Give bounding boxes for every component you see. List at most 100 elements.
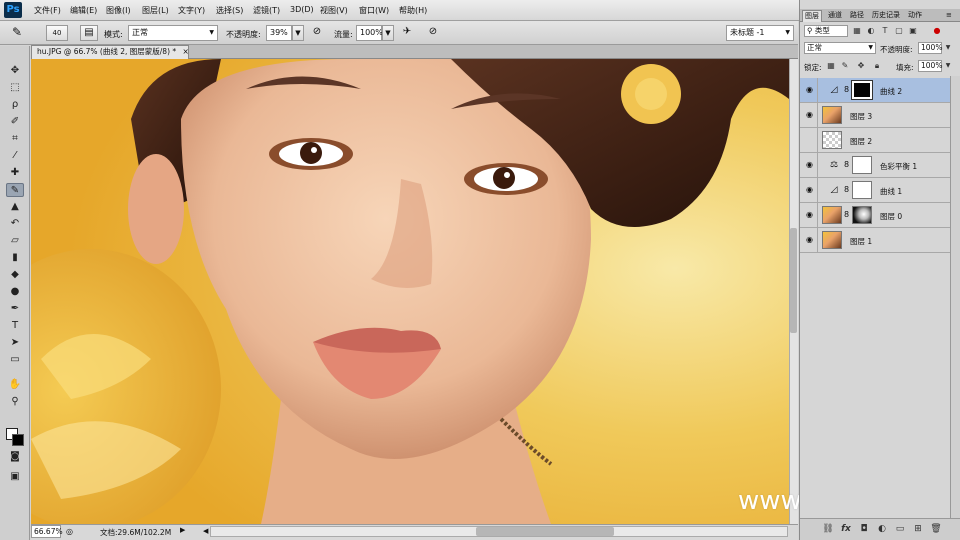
- layers-scrollbar[interactable]: [950, 76, 960, 518]
- layer-name[interactable]: 曲线 1: [880, 186, 902, 197]
- blend-mode-select[interactable]: 正常 ▼: [804, 42, 876, 54]
- flow-field[interactable]: 100%: [356, 25, 383, 41]
- gradient-tool-icon[interactable]: ▮: [6, 251, 24, 265]
- layer-mask-thumbnail[interactable]: [852, 156, 872, 174]
- filter-smart-object-icon[interactable]: ▣: [908, 26, 918, 36]
- workspace-select[interactable]: 未标题 -1 ▼: [726, 25, 794, 41]
- menu-file[interactable]: 文件(F): [34, 5, 61, 16]
- new-adjustment-icon[interactable]: ◐: [876, 523, 888, 535]
- screen-mode-icon[interactable]: ▣: [6, 470, 24, 484]
- menu-view[interactable]: 视图(V): [320, 5, 348, 16]
- layer-row[interactable]: ◉ ◿ 8 曲线 2: [800, 78, 950, 103]
- opacity-dropdown-button[interactable]: ▼: [292, 25, 304, 41]
- tab-history[interactable]: 历史记录: [870, 10, 902, 21]
- layer-name[interactable]: 图层 2: [850, 136, 872, 147]
- layer-thumbnail[interactable]: [822, 206, 842, 224]
- layer-thumbnail[interactable]: [822, 106, 842, 124]
- quick-mask-icon[interactable]: ◙: [6, 450, 24, 464]
- menu-help[interactable]: 帮助(H): [399, 5, 427, 16]
- eye-visibility-icon[interactable]: ◉: [806, 236, 816, 244]
- pressure-opacity-icon[interactable]: ⊘: [308, 25, 326, 41]
- lock-transparency-icon[interactable]: ▦: [826, 61, 836, 71]
- eye-visibility-icon[interactable]: ◉: [806, 186, 816, 194]
- layer-row[interactable]: ◉ 图层 3: [800, 103, 950, 128]
- marquee-tool-icon[interactable]: ⬚: [6, 81, 24, 95]
- healing-brush-tool-icon[interactable]: ✚: [6, 166, 24, 180]
- move-tool-icon[interactable]: ✥: [6, 64, 24, 78]
- eye-visibility-icon[interactable]: ◉: [806, 211, 816, 219]
- eye-visibility-icon[interactable]: ◉: [806, 111, 816, 119]
- type-tool-icon[interactable]: T: [6, 319, 24, 333]
- menu-type[interactable]: 文字(Y): [178, 5, 205, 16]
- filter-type-icon[interactable]: T: [880, 26, 890, 36]
- layer-row[interactable]: ◉ 8 图层 0: [800, 203, 950, 228]
- menu-window[interactable]: 窗口(W): [359, 5, 389, 16]
- layer-row[interactable]: ◉ 图层 2: [800, 128, 950, 153]
- tab-actions[interactable]: 动作: [906, 10, 924, 21]
- brush-tool-icon[interactable]: ✎: [8, 25, 26, 41]
- layer-thumbnail[interactable]: [822, 231, 842, 249]
- layer-row[interactable]: ◉ 图层 1: [800, 228, 950, 253]
- airbrush-icon[interactable]: ✈: [398, 25, 416, 41]
- menu-filter[interactable]: 滤镜(T): [253, 5, 280, 16]
- scroll-left-icon[interactable]: ◀: [203, 527, 208, 535]
- document-tab[interactable]: hu.JPG @ 66.7% (曲线 2, 图层蒙版/8) * ×: [31, 45, 189, 59]
- blur-tool-icon[interactable]: ◆: [6, 268, 24, 282]
- status-info-icon[interactable]: ◎: [66, 527, 73, 536]
- layer-name[interactable]: 色彩平衡 1: [880, 161, 917, 172]
- new-group-icon[interactable]: ▭: [894, 523, 906, 535]
- horizontal-scroll-thumb[interactable]: [476, 527, 614, 536]
- chevron-down-icon[interactable]: ▼: [943, 43, 953, 53]
- link-icon[interactable]: 8: [844, 86, 849, 94]
- eye-visibility-icon[interactable]: ◉: [806, 86, 816, 94]
- link-icon[interactable]: 8: [844, 211, 849, 219]
- hand-tool-icon[interactable]: ✋: [6, 378, 24, 392]
- image-canvas[interactable]: [31, 59, 789, 524]
- pen-tool-icon[interactable]: ✒: [6, 302, 24, 316]
- layer-thumbnail[interactable]: [822, 131, 842, 149]
- history-brush-tool-icon[interactable]: ↶: [6, 217, 24, 231]
- quick-select-tool-icon[interactable]: ✐: [6, 115, 24, 129]
- vertical-scroll-thumb[interactable]: [790, 228, 797, 333]
- filter-pixel-icon[interactable]: ▦: [852, 26, 862, 36]
- chevron-down-icon[interactable]: ▼: [943, 61, 953, 71]
- lock-all-icon[interactable]: 🔒︎: [872, 61, 882, 71]
- layer-name[interactable]: 图层 3: [850, 111, 872, 122]
- menu-select[interactable]: 选择(S): [216, 5, 243, 16]
- layer-filter-kind-select[interactable]: ⚲ 类型: [804, 25, 848, 37]
- lock-position-icon[interactable]: ✥: [856, 61, 866, 71]
- flow-dropdown-button[interactable]: ▼: [382, 25, 394, 41]
- fill-field[interactable]: 100%: [918, 60, 942, 72]
- link-icon[interactable]: 8: [844, 161, 849, 169]
- tab-layers[interactable]: 图层: [802, 10, 822, 22]
- brush-panel-toggle-icon[interactable]: ▤: [80, 25, 98, 41]
- background-color-swatch[interactable]: [12, 434, 24, 446]
- clone-stamp-tool-icon[interactable]: ▲: [6, 200, 24, 214]
- zoom-tool-icon[interactable]: ⚲: [6, 395, 24, 409]
- layer-style-icon[interactable]: fx: [840, 523, 852, 535]
- menu-edit[interactable]: 编辑(E): [70, 5, 97, 16]
- lasso-tool-icon[interactable]: ρ: [6, 98, 24, 112]
- rectangle-tool-icon[interactable]: ▭: [6, 353, 24, 367]
- eyedropper-tool-icon[interactable]: ⁄: [6, 149, 24, 163]
- dodge-tool-icon[interactable]: ●: [6, 285, 24, 299]
- filter-toggle-icon[interactable]: ●: [932, 26, 942, 36]
- filter-adjustment-icon[interactable]: ◐: [866, 26, 876, 36]
- status-menu-arrow-icon[interactable]: ▶: [180, 526, 185, 534]
- opacity-field[interactable]: 39%: [266, 25, 292, 41]
- brush-tool-icon[interactable]: ✎: [6, 183, 24, 197]
- layer-row[interactable]: ◉ ◿ 8 曲线 1: [800, 178, 950, 203]
- eraser-tool-icon[interactable]: ▱: [6, 234, 24, 248]
- layer-name[interactable]: 曲线 2: [880, 86, 902, 97]
- layer-mask-thumbnail[interactable]: [852, 181, 872, 199]
- mode-select[interactable]: 正常 ▼: [128, 25, 218, 41]
- delete-layer-icon[interactable]: 🗑︎: [930, 523, 942, 535]
- menu-layer[interactable]: 图层(L): [142, 5, 169, 16]
- new-layer-icon[interactable]: ⊞: [912, 523, 924, 535]
- zoom-level-field[interactable]: 66.67%: [31, 525, 63, 538]
- layer-mask-thumbnail[interactable]: [852, 206, 872, 224]
- tab-paths[interactable]: 路径: [848, 10, 866, 21]
- tab-channels[interactable]: 通道: [826, 10, 844, 21]
- menu-3d[interactable]: 3D(D): [290, 5, 314, 14]
- brush-preset-picker[interactable]: 40: [46, 25, 68, 41]
